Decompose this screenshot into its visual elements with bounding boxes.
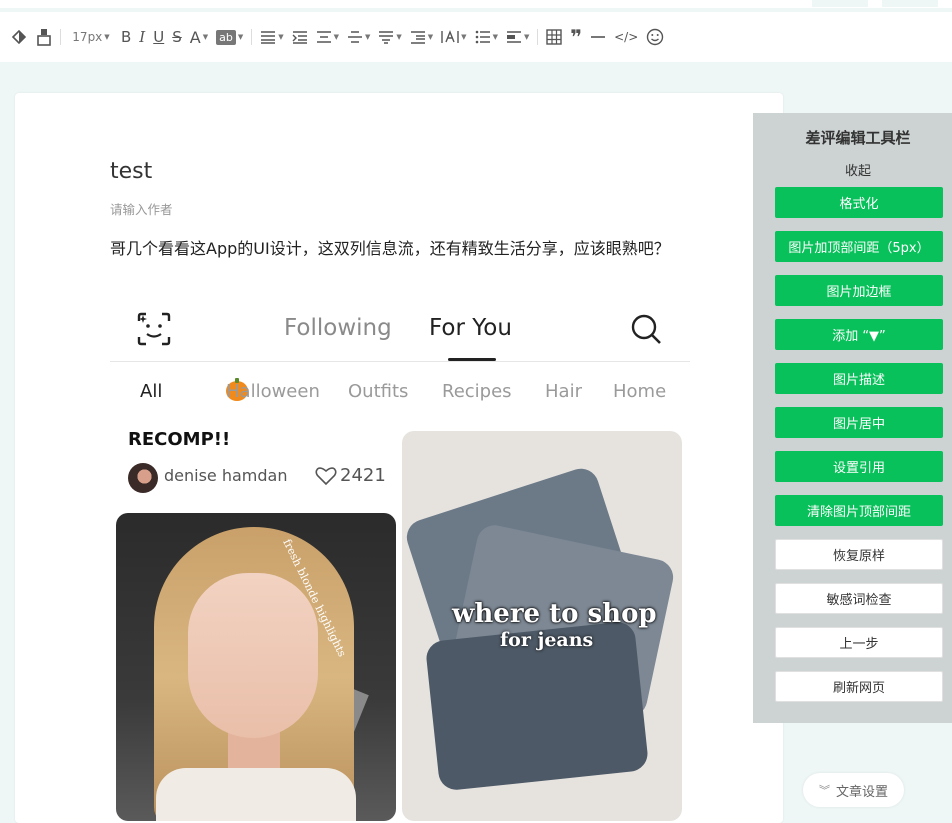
app-tab-bar: Following For You	[110, 301, 690, 362]
image-center-button[interactable]: 图片居中	[775, 407, 943, 438]
category-halloween-label: Halloween	[226, 381, 320, 402]
set-quote-button[interactable]: 设置引用	[775, 451, 943, 482]
paragraph-spacing-icon[interactable]: ▼	[347, 22, 370, 52]
line-spacing-icon[interactable]: ▼	[316, 22, 339, 52]
article-paragraph[interactable]: 哥几个看看这App的UI设计，这双列信息流，还有精致生活分享，应该眼熟吧？	[110, 235, 710, 263]
restore-button[interactable]: 恢复原样	[775, 539, 943, 570]
category-hair[interactable]: Hair	[545, 381, 582, 402]
search-icon[interactable]	[630, 313, 662, 349]
article-settings-label: 文章设置	[835, 784, 888, 800]
active-tab-indicator	[448, 358, 496, 361]
image-caption-right-title: where to shop	[452, 599, 657, 629]
collapse-button[interactable]: 收起	[753, 160, 952, 179]
face-shape	[188, 573, 318, 738]
panel-title: 差评编辑工具栏	[805, 129, 911, 147]
category-outfits[interactable]: Outfits	[348, 381, 408, 402]
category-bar: All Halloween Outfits Recipes Hair Home	[140, 378, 690, 405]
vertical-text-icon[interactable]: ▼	[441, 22, 467, 52]
top-strip	[0, 0, 952, 8]
toolbar-divider	[537, 29, 539, 45]
author-input[interactable]: 请输入作者	[110, 199, 173, 218]
article-title[interactable]: test	[110, 159, 152, 184]
top-tab-placeholder[interactable]	[812, 0, 868, 7]
face-scan-icon	[136, 311, 172, 351]
refresh-button[interactable]: 刷新网页	[775, 671, 943, 702]
shirt-shape	[156, 768, 356, 821]
category-all[interactable]: All	[140, 381, 162, 402]
like-count: 2421	[340, 465, 386, 486]
image-caption-button[interactable]: 图片描述	[775, 363, 943, 394]
indent-icon[interactable]	[292, 22, 308, 52]
heart-icon[interactable]	[315, 466, 337, 490]
sensitive-words-button[interactable]: 敏感词检查	[775, 583, 943, 614]
category-recipes[interactable]: Recipes	[442, 381, 512, 402]
code-icon[interactable]: </>	[614, 22, 638, 52]
post-username[interactable]: denise hamdan	[164, 466, 287, 485]
editor-canvas[interactable]: test 请输入作者 哥几个看看这App的UI设计，这双列信息流，还有精致生活分…	[15, 93, 783, 823]
background-color-icon[interactable]: ab ▼	[216, 22, 243, 52]
post-title[interactable]: RECOMP!!	[128, 429, 230, 450]
block-icon[interactable]: ▼	[506, 22, 529, 52]
avatar[interactable]	[128, 463, 158, 493]
underline-icon[interactable]: U	[153, 22, 164, 52]
tab-for-you[interactable]: For You	[429, 315, 512, 341]
category-home[interactable]: Home	[613, 381, 666, 402]
font-size-select[interactable]: 17px ▼	[69, 22, 113, 52]
add-triangle-button[interactable]: 添加 “▼”	[775, 319, 943, 350]
clear-format-icon[interactable]	[36, 22, 52, 52]
italic-icon[interactable]: I	[139, 22, 145, 52]
list-icon[interactable]: ▼	[475, 22, 498, 52]
image-caption-right-subtitle: for jeans	[500, 629, 594, 651]
top-tab-placeholder[interactable]	[882, 0, 938, 7]
text-indent-icon[interactable]: ▼	[410, 22, 433, 52]
font-size-value: 17px	[72, 30, 103, 44]
image-top-spacing-button[interactable]: 图片加顶部间距（5px）	[775, 231, 943, 262]
emoji-icon[interactable]	[646, 22, 664, 52]
chevron-down-icon: ︾	[818, 784, 830, 797]
format-button[interactable]: 格式化	[775, 187, 943, 218]
divider-icon[interactable]	[590, 22, 606, 52]
quote-icon[interactable]: ❞	[570, 22, 582, 52]
paint-format-icon[interactable]	[10, 22, 28, 52]
bold-icon[interactable]: B	[121, 22, 131, 52]
image-border-button[interactable]: 图片加边框	[775, 275, 943, 306]
undo-button[interactable]: 上一步	[775, 627, 943, 658]
embedded-screenshot[interactable]: Following For You All Halloween Outfits …	[110, 301, 690, 821]
post-image-right[interactable]: where to shop for jeans	[402, 431, 682, 821]
align-icon[interactable]: ▼	[260, 22, 284, 52]
article-settings-button[interactable]: ︾ 文章设置	[803, 773, 904, 807]
editor-toolbar: 17px ▼ B I U S A ▼ ab ▼ ▼ ▼ ▼ ▼ ▼ ▼ ▼ ▼ ❞ <…	[0, 12, 952, 62]
post-image-left[interactable]: fresh blonde highlights	[116, 513, 396, 821]
tab-following[interactable]: Following	[284, 315, 392, 341]
letter-spacing-icon[interactable]: ▼	[378, 22, 402, 52]
toolbar-divider	[251, 29, 253, 45]
clear-image-spacing-button[interactable]: 清除图片顶部间距	[775, 495, 943, 526]
review-toolbar-panel: 差评编辑工具栏 收起 格式化 图片加顶部间距（5px） 图片加边框 添加 “▼”…	[753, 113, 952, 723]
toolbar-divider	[60, 29, 61, 45]
strikethrough-icon[interactable]: S	[172, 22, 182, 52]
font-color-icon[interactable]: A ▼	[190, 22, 208, 52]
table-icon[interactable]	[546, 22, 563, 52]
